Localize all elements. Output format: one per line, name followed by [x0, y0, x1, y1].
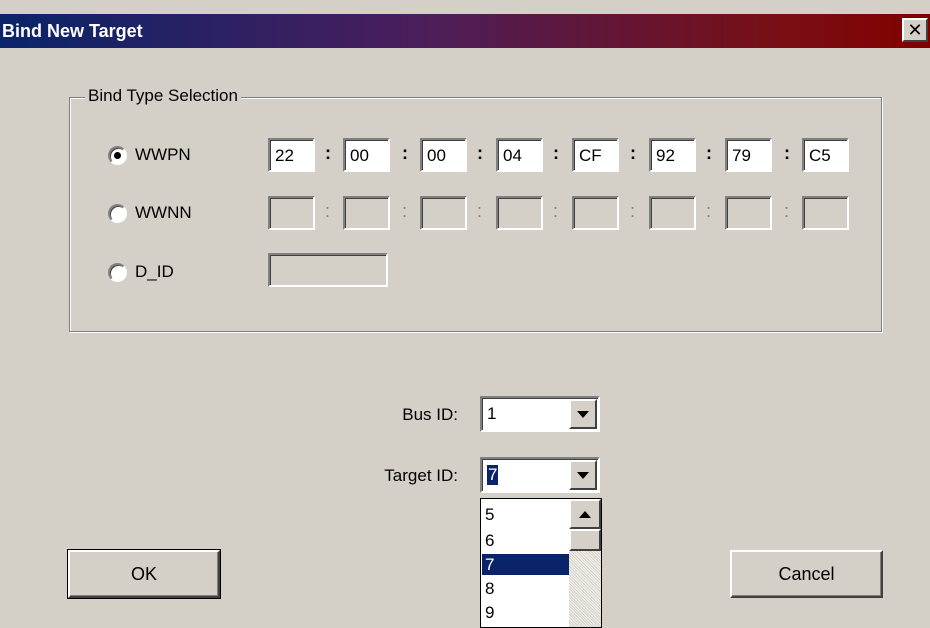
dropdown-option[interactable]: 9: [482, 602, 569, 623]
ok-button[interactable]: OK: [67, 549, 221, 599]
did-label: D_ID: [135, 262, 174, 281]
octet-separator: :: [325, 201, 331, 221]
octet-separator: :: [784, 143, 790, 163]
did-field: [268, 253, 388, 287]
octet-separator: :: [630, 143, 636, 163]
radio-selected-dot: [114, 151, 121, 159]
wwpn-octet-3[interactable]: 00: [420, 138, 467, 172]
bus-id-label: Bus ID:: [402, 405, 458, 424]
target-id-select[interactable]: 7: [480, 457, 600, 493]
target-id-value[interactable]: 7: [487, 465, 499, 485]
did-radio-option[interactable]: D_ID: [108, 262, 174, 282]
octet-separator: :: [477, 143, 483, 163]
bind-type-legend: Bind Type Selection: [85, 86, 241, 106]
chevron-up-icon: [579, 510, 591, 518]
dropdown-option[interactable]: 5: [482, 504, 569, 525]
window-title: Bind New Target: [2, 21, 143, 41]
cancel-button[interactable]: Cancel: [730, 550, 883, 598]
octet-separator: :: [402, 143, 408, 163]
octet-separator: :: [553, 201, 559, 221]
target-id-dropdown-button[interactable]: [569, 460, 597, 490]
wwpn-label: WWPN: [135, 145, 191, 164]
wwnn-octet-5: [572, 196, 619, 230]
octet-separator: :: [630, 201, 636, 221]
scroll-up-button[interactable]: [569, 499, 601, 529]
did-radio[interactable]: [108, 262, 127, 282]
target-id-dropdown-list[interactable]: 5 6 7 8 9: [480, 498, 602, 628]
octet-separator: :: [784, 201, 790, 221]
wwpn-radio[interactable]: [108, 145, 127, 165]
dropdown-option[interactable]: 6: [482, 530, 569, 551]
wwpn-octet-7[interactable]: 79: [725, 138, 772, 172]
wwpn-octet-6[interactable]: 92: [649, 138, 696, 172]
wwnn-label: WWNN: [135, 203, 192, 222]
wwnn-octet-4: [496, 196, 543, 230]
dropdown-scrollbar[interactable]: [569, 499, 601, 627]
wwnn-radio-option[interactable]: WWNN: [108, 203, 192, 223]
octet-separator: :: [553, 143, 559, 163]
dropdown-option[interactable]: 8: [482, 578, 569, 599]
octet-separator: :: [477, 201, 483, 221]
octet-separator: :: [402, 201, 408, 221]
bus-id-dropdown-button[interactable]: [569, 399, 597, 429]
dropdown-option-selected[interactable]: 7: [482, 554, 569, 575]
wwpn-octet-8[interactable]: C5: [802, 138, 849, 172]
bind-new-target-dialog: Bind New Target ✕ Bind Type Selection WW…: [0, 0, 930, 628]
octet-separator: :: [706, 201, 712, 221]
wwnn-octet-8: [802, 196, 849, 230]
wwnn-octet-6: [649, 196, 696, 230]
wwpn-octet-1[interactable]: 22: [268, 138, 315, 172]
chevron-down-icon: [577, 410, 589, 418]
title-bar[interactable]: Bind New Target ✕: [0, 14, 930, 48]
bus-id-select[interactable]: 1: [480, 396, 600, 432]
scroll-thumb[interactable]: [569, 529, 601, 551]
octet-separator: :: [706, 143, 712, 163]
chevron-down-icon: [577, 471, 589, 479]
target-id-label: Target ID:: [384, 466, 458, 485]
close-icon: ✕: [907, 20, 923, 40]
wwnn-octet-3: [420, 196, 467, 230]
wwpn-octet-2[interactable]: 00: [343, 138, 390, 172]
wwnn-radio[interactable]: [108, 203, 127, 223]
wwnn-octet-1: [268, 196, 315, 230]
bus-id-value: 1: [487, 404, 497, 423]
close-button[interactable]: ✕: [902, 18, 928, 42]
wwnn-octet-7: [725, 196, 772, 230]
wwpn-radio-option[interactable]: WWPN: [108, 145, 191, 165]
wwpn-octet-4[interactable]: 04: [496, 138, 543, 172]
wwpn-octet-5[interactable]: CF: [572, 138, 619, 172]
wwnn-octet-2: [343, 196, 390, 230]
octet-separator: :: [325, 143, 331, 163]
